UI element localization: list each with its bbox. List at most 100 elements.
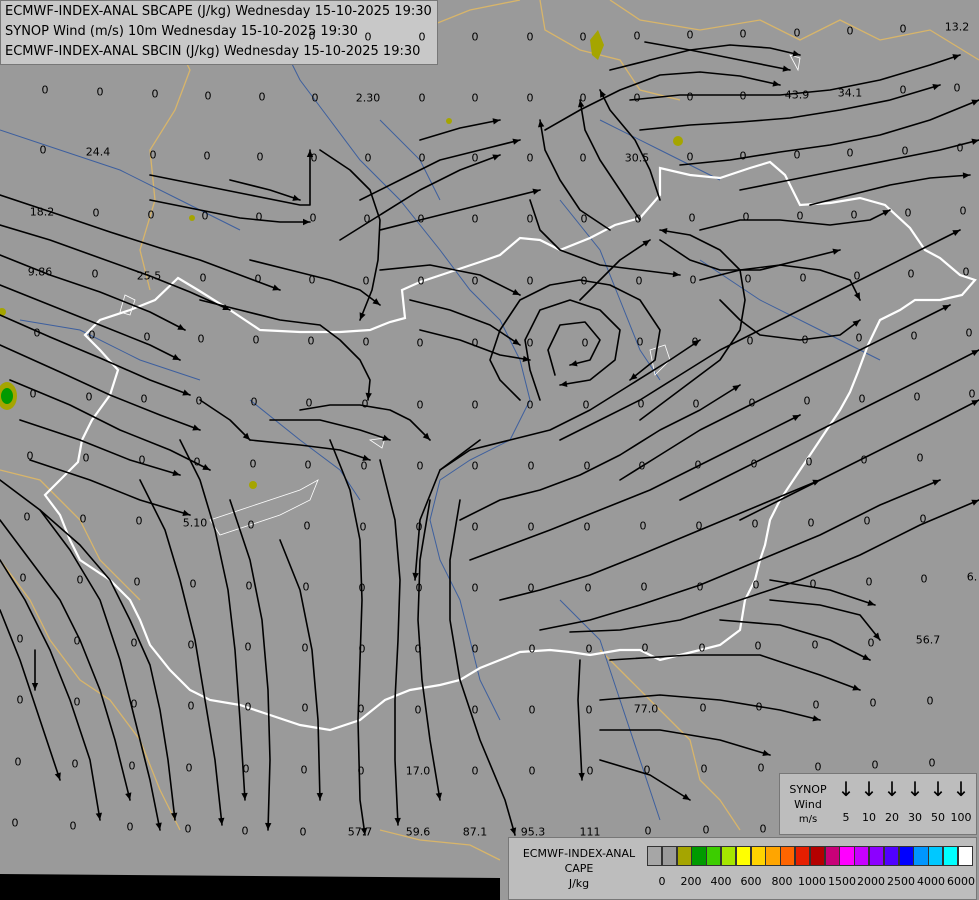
grid-value: 0 xyxy=(418,91,426,105)
cape-legend-swatch xyxy=(735,846,752,866)
grid-value: 0 xyxy=(249,457,257,471)
cape-legend-swatch xyxy=(869,846,885,866)
grid-value: 0 xyxy=(968,387,976,401)
grid-value: 0 xyxy=(244,700,252,714)
cape-legend-swatch xyxy=(824,846,840,866)
grid-value: 0 xyxy=(700,762,708,776)
grid-value: 0 xyxy=(471,764,479,778)
grid-value: 0 xyxy=(846,24,854,38)
grid-value: 0 xyxy=(953,81,961,95)
grid-value: 0 xyxy=(364,30,372,44)
grid-value: 0 xyxy=(140,392,148,406)
grid-value: 0 xyxy=(199,271,207,285)
grid-value: 0 xyxy=(812,698,820,712)
grid-value: 0 xyxy=(751,517,759,531)
wind-legend-arrow-icon: ↓ xyxy=(837,777,855,801)
grid-value: 0 xyxy=(252,333,260,347)
grid-value: 0 xyxy=(855,331,863,345)
grid-value: 0 xyxy=(699,701,707,715)
header-line-sbcape: ECMWF-INDEX-ANAL SBCAPE (J/kg) Wednesday… xyxy=(5,4,432,19)
grid-value: 0 xyxy=(308,273,316,287)
grid-value: 13.2 xyxy=(944,20,970,34)
grid-value: 0 xyxy=(204,89,212,103)
cape-legend-swatch xyxy=(780,846,796,866)
grid-value: 0 xyxy=(26,449,34,463)
grid-value: 0 xyxy=(752,578,760,592)
grid-value: 0 xyxy=(195,394,203,408)
grid-value: 0 xyxy=(750,457,758,471)
grid-value: 0 xyxy=(414,642,422,656)
grid-value: 0 xyxy=(309,211,317,225)
grid-value: 0 xyxy=(415,520,423,534)
cape-legend-title-line1: ECMWF-INDEX-ANAL xyxy=(522,847,636,860)
grid-value: 0 xyxy=(471,151,479,165)
grid-value: 0 xyxy=(805,455,813,469)
grid-value: 0 xyxy=(357,702,365,716)
grid-value: 0 xyxy=(527,520,535,534)
grid-value: 0 xyxy=(585,642,593,656)
grid-value: 0 xyxy=(633,91,641,105)
grid-value: 17.0 xyxy=(405,764,431,778)
grid-value: 0 xyxy=(865,575,873,589)
grid-value: 0 xyxy=(416,336,424,350)
grid-value: 0 xyxy=(586,764,594,778)
grid-value: 0 xyxy=(201,209,209,223)
grid-value: 0 xyxy=(853,269,861,283)
cape-legend-swatch xyxy=(661,846,678,866)
wind-legend-speed: 30 xyxy=(908,811,922,824)
grid-value: 0 xyxy=(128,759,136,773)
cape-legend-tick: 400 xyxy=(710,875,732,888)
wind-legend-title: SYNOP Wind m/s xyxy=(780,782,836,827)
grid-value: 0 xyxy=(130,636,138,650)
grid-value: 0 xyxy=(16,693,24,707)
grid-value: 0 xyxy=(579,91,587,105)
grid-value: 0 xyxy=(526,274,534,288)
grid-value: 0 xyxy=(696,580,704,594)
grid-value: 0 xyxy=(755,700,763,714)
grid-value: 24.4 xyxy=(85,145,111,159)
grid-value: 9.86 xyxy=(27,265,53,279)
grid-value: 0 xyxy=(965,326,973,340)
grid-value: 0 xyxy=(901,144,909,158)
grid-value: 0 xyxy=(471,703,479,717)
grid-value: 0 xyxy=(956,141,964,155)
cape-legend-tick: 4000 xyxy=(917,875,945,888)
cape-legend-swatch xyxy=(943,846,959,866)
grid-value: 0 xyxy=(580,274,588,288)
wind-legend: SYNOP Wind m/s ↓ 5 ↓ 10 ↓ 20 ↓ 30 ↓ 50 ↓ 100 xyxy=(779,773,977,835)
grid-value: 0 xyxy=(301,641,309,655)
grid-value: 0 xyxy=(39,143,47,157)
wind-legend-title-text: SYNOP xyxy=(789,783,827,796)
grid-value: 0 xyxy=(850,208,858,222)
cape-legend-tick: 200 xyxy=(680,875,702,888)
cape-legend-tick: 6000 xyxy=(947,875,975,888)
grid-value: 0 xyxy=(245,579,253,593)
wind-legend-arrow-icon: ↓ xyxy=(929,777,947,801)
grid-value: 0 xyxy=(637,397,645,411)
cape-legend-swatch xyxy=(839,846,855,866)
cape-legend-tick: 2000 xyxy=(857,875,885,888)
grid-value: 34.1 xyxy=(837,86,863,100)
grid-value: 0 xyxy=(811,638,819,652)
grid-value: 0 xyxy=(363,212,371,226)
cape-legend-tick: 0 xyxy=(658,875,666,888)
grid-value: 0 xyxy=(639,519,647,533)
grid-value: 0 xyxy=(928,756,936,770)
grid-value: 0 xyxy=(803,394,811,408)
grid-value: 0 xyxy=(14,755,22,769)
grid-value: 0 xyxy=(360,459,368,473)
grid-value: 0 xyxy=(739,27,747,41)
cape-legend-title-line2: CAPE xyxy=(564,862,594,875)
grid-value: 0 xyxy=(926,694,934,708)
cape-legend-tick: 1500 xyxy=(828,875,856,888)
cape-legend-swatch xyxy=(676,846,692,866)
grid-value: 0 xyxy=(527,581,535,595)
wind-legend-speed: 20 xyxy=(885,811,899,824)
grid-value: 0 xyxy=(88,328,96,342)
grid-value: 0 xyxy=(96,85,104,99)
weather-map[interactable] xyxy=(0,0,979,900)
grid-value: 0 xyxy=(414,703,422,717)
grid-value: 0 xyxy=(471,274,479,288)
grid-value: 0 xyxy=(698,641,706,655)
grid-value: 0 xyxy=(739,89,747,103)
